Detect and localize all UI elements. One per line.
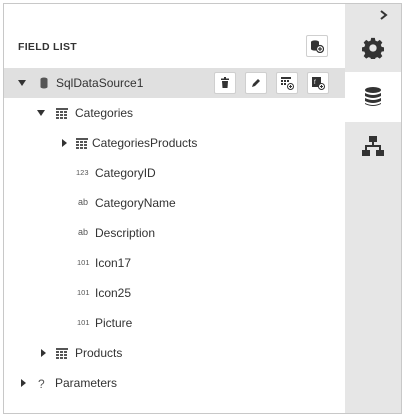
side-tab-bar bbox=[345, 4, 401, 413]
add-datasource-icon bbox=[311, 40, 324, 53]
table-icon bbox=[56, 108, 68, 119]
tree-item-label: Picture bbox=[95, 316, 133, 330]
tree-item-label: CategoriesProducts bbox=[92, 136, 198, 150]
tree-item-label: Products bbox=[75, 346, 123, 360]
tree-item-sqldatasource[interactable]: SqlDataSource1 f bbox=[4, 68, 345, 98]
question-icon: ? bbox=[38, 377, 45, 390]
chevron-right-icon[interactable] bbox=[379, 10, 389, 20]
tree-item-label: Categories bbox=[75, 106, 134, 120]
tree-item-label: Icon17 bbox=[95, 256, 132, 270]
tree-item-description[interactable]: ab Description bbox=[4, 218, 345, 248]
tree-item-categoryname[interactable]: ab CategoryName bbox=[4, 188, 345, 218]
binary-type-icon: 101 bbox=[77, 258, 90, 267]
add-query-icon bbox=[281, 77, 294, 90]
tree-item-label: SqlDataSource1 bbox=[56, 76, 144, 90]
trash-icon bbox=[221, 77, 229, 88]
chevron-right-icon[interactable] bbox=[60, 138, 68, 148]
pencil-icon bbox=[252, 79, 260, 87]
tab-report-explorer[interactable] bbox=[345, 122, 401, 170]
database-icon bbox=[40, 77, 48, 89]
chevron-right-icon[interactable] bbox=[39, 348, 47, 358]
svg-text:?: ? bbox=[38, 377, 45, 390]
tree-item-label: Description bbox=[95, 226, 156, 240]
hierarchy-icon bbox=[362, 136, 384, 156]
gear-icon bbox=[362, 37, 384, 59]
add-calculated-field-button[interactable]: f bbox=[307, 72, 329, 94]
field-list-window: FIELD LIST SqlDataSource1 f Categories C… bbox=[3, 3, 402, 414]
tree-item-label: CategoryName bbox=[95, 196, 176, 210]
remove-datasource-button[interactable] bbox=[214, 72, 236, 94]
tree-item-label: Parameters bbox=[55, 376, 118, 390]
tree-item-categoryid[interactable]: 123 CategoryID bbox=[4, 158, 345, 188]
chevron-right-icon[interactable] bbox=[19, 378, 27, 388]
binary-type-icon: 101 bbox=[77, 288, 90, 297]
tree-item-icon25[interactable]: 101 Icon25 bbox=[4, 278, 345, 308]
number-type-icon: 123 bbox=[76, 168, 89, 177]
table-icon bbox=[76, 138, 88, 149]
tree-item-categories[interactable]: Categories bbox=[4, 98, 345, 128]
field-list-panel: FIELD LIST SqlDataSource1 f Categories C… bbox=[4, 4, 345, 413]
tree-item-icon17[interactable]: 101 Icon17 bbox=[4, 248, 345, 278]
edit-datasource-button[interactable] bbox=[245, 72, 267, 94]
field-list-header: FIELD LIST bbox=[4, 31, 345, 61]
calculated-field-icon: f bbox=[312, 77, 325, 90]
database-icon bbox=[365, 87, 381, 106]
tree-item-label: Icon25 bbox=[95, 286, 132, 300]
binary-type-icon: 101 bbox=[77, 318, 90, 327]
page-title: FIELD LIST bbox=[18, 41, 77, 53]
chevron-down-icon[interactable] bbox=[37, 108, 45, 118]
table-icon bbox=[56, 348, 68, 359]
add-query-button[interactable] bbox=[276, 72, 298, 94]
tab-properties[interactable] bbox=[345, 24, 401, 72]
tab-field-list[interactable] bbox=[345, 72, 401, 122]
string-type-icon: ab bbox=[78, 227, 89, 237]
string-type-icon: ab bbox=[78, 197, 89, 207]
tree-item-categoriesproducts[interactable]: CategoriesProducts bbox=[4, 128, 345, 158]
add-datasource-button[interactable] bbox=[306, 35, 328, 57]
chevron-down-icon[interactable] bbox=[18, 78, 26, 88]
tree-item-label: CategoryID bbox=[95, 166, 156, 180]
tree-item-products[interactable]: Products bbox=[4, 338, 345, 368]
tree-item-picture[interactable]: 101 Picture bbox=[4, 308, 345, 338]
tree-item-parameters[interactable]: ? Parameters bbox=[4, 368, 345, 398]
